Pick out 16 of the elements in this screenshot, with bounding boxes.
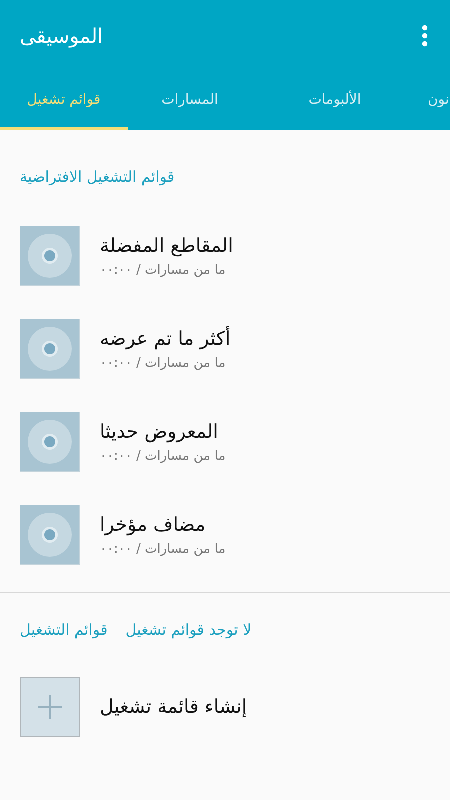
create-playlist-label[interactable]: إنشاء قائمة تشغيل	[100, 696, 248, 718]
playlist-title[interactable]: مضاف مؤخرا	[100, 514, 206, 536]
section-header: قوائم التشغيل	[20, 621, 108, 639]
playlist-info: ما من مسارات / ٠٠:٠٠	[100, 356, 226, 370]
playlist-info: ما من مسارات / ٠٠:٠٠	[100, 262, 226, 278]
playlist-info: ما من مسارات / ٠٠:٠٠	[100, 448, 226, 464]
more-options-icon[interactable]	[422, 25, 428, 47]
app-title: الموسيقى	[20, 24, 104, 48]
playlist-title[interactable]: أكثر ما تم عرضه	[100, 328, 231, 350]
section-header: قوائم التشغيل الافتراضية	[20, 168, 175, 186]
playlist-info: ما من مسارات / ٠٠:٠٠	[100, 542, 226, 556]
create-playlist-button[interactable]	[20, 677, 80, 737]
playlist-title[interactable]: المقاطع المفضلة	[100, 234, 234, 256]
plus-icon	[37, 694, 63, 720]
playlist-title[interactable]: المعروض حديثا	[100, 420, 218, 442]
empty-message: لا توجد قوائم تشغيل	[126, 621, 252, 639]
